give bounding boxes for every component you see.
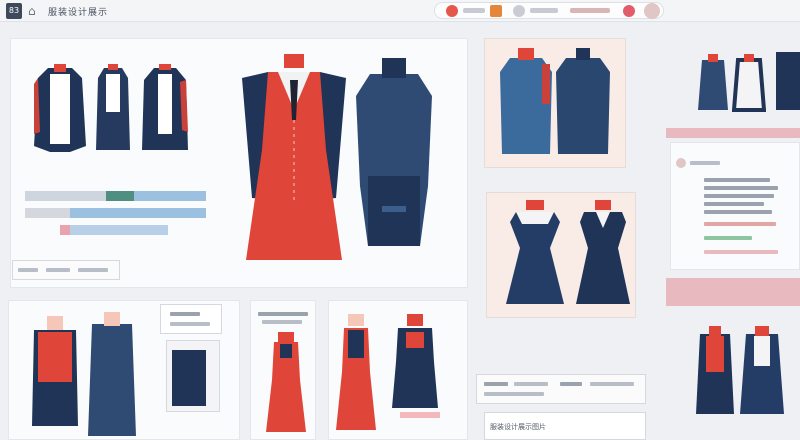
- garment-dress-navy[interactable]: [574, 198, 632, 308]
- detail-avatar: [676, 158, 686, 168]
- user-icon[interactable]: [513, 5, 525, 17]
- detail-text: [704, 178, 770, 182]
- pin-icon[interactable]: [623, 5, 635, 17]
- garment-jacket-2[interactable]: [140, 62, 190, 154]
- garment-jacket-1[interactable]: [30, 62, 90, 154]
- garment-navy-coat[interactable]: [352, 56, 436, 246]
- garment-red-dress[interactable]: [238, 50, 350, 264]
- info-text: [170, 322, 210, 326]
- garment-dress-1[interactable]: [94, 62, 132, 154]
- stats-text: [78, 268, 108, 272]
- alert-icon[interactable]: [446, 5, 458, 17]
- garment-mini-2[interactable]: [732, 52, 766, 112]
- progress-bar: [25, 191, 106, 201]
- profile-icon[interactable]: [644, 3, 660, 19]
- detail-header-bar: [666, 128, 800, 138]
- garment-blue-jacket[interactable]: [498, 46, 554, 156]
- filter-text: [484, 392, 544, 396]
- footer-caption: 服装设计展示图片: [490, 423, 546, 431]
- toolbar-text: [530, 8, 558, 13]
- garment-red-top[interactable]: [30, 310, 80, 426]
- toolbar-text: [570, 8, 610, 13]
- detail-text: [704, 250, 778, 254]
- toolbar-text: [463, 8, 485, 13]
- detail-text: [704, 186, 778, 190]
- panel-text: [262, 320, 302, 324]
- mini-garment[interactable]: [172, 350, 206, 406]
- garment-dress-white-collar[interactable]: [504, 198, 566, 308]
- info-text: [170, 312, 200, 316]
- logo-icon[interactable]: 83: [6, 3, 22, 19]
- info-card: [160, 304, 222, 334]
- filter-text: [590, 382, 634, 386]
- garment-navy-dress-2[interactable]: [738, 324, 786, 416]
- progress-bar: [25, 208, 70, 218]
- detail-text: [704, 194, 774, 198]
- home-icon[interactable]: ⌂: [28, 4, 42, 18]
- garment-red-midi[interactable]: [266, 330, 306, 432]
- detail-text: [704, 210, 772, 214]
- progress-bar: [70, 208, 206, 218]
- panel-text: [258, 312, 308, 316]
- detail-text: [704, 202, 764, 206]
- stats-text: [18, 268, 38, 272]
- detail-pink-block: [666, 278, 800, 306]
- progress-bar: [134, 191, 206, 201]
- garment-navy-jumper[interactable]: [392, 312, 438, 408]
- tag-bar: [400, 412, 440, 418]
- garment-mini-1[interactable]: [696, 52, 730, 112]
- stats-text: [46, 268, 70, 272]
- progress-bar: [60, 225, 70, 235]
- app-title: 服装设计展示: [48, 8, 109, 18]
- top-bar: [0, 0, 800, 22]
- orange-icon[interactable]: [490, 5, 502, 17]
- filter-text: [560, 382, 582, 386]
- garment-navy-long[interactable]: [86, 310, 138, 436]
- garment-mini-3[interactable]: [776, 52, 800, 110]
- garment-red-pinafore[interactable]: [336, 312, 376, 432]
- filter-bar: [476, 374, 646, 404]
- filter-text: [514, 382, 548, 386]
- filter-text: [484, 382, 508, 386]
- detail-text: [690, 161, 720, 165]
- garment-navy-jacket[interactable]: [554, 46, 612, 156]
- detail-text: [704, 236, 752, 240]
- progress-bar: [70, 225, 168, 235]
- garment-red-vest[interactable]: [694, 324, 736, 416]
- detail-text: [704, 222, 776, 226]
- progress-bar: [106, 191, 134, 201]
